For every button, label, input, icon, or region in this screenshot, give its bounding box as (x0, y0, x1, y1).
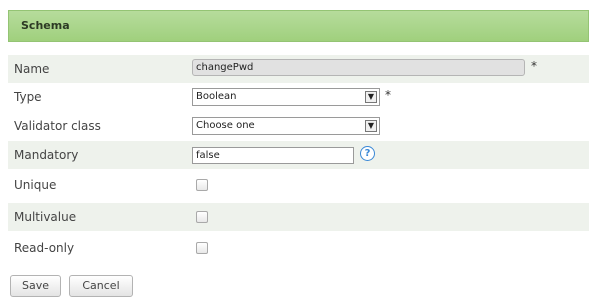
type-row: Type Boolean ▼ * (8, 83, 589, 111)
name-field[interactable]: changePwd (192, 59, 525, 76)
type-required-marker: * (385, 88, 391, 102)
validator-label: Validator class (14, 119, 101, 133)
panel-title: Schema (21, 19, 70, 32)
unique-checkbox[interactable] (196, 179, 208, 191)
type-select[interactable]: Boolean ▼ (192, 88, 380, 106)
name-required-marker: * (531, 59, 537, 73)
mandatory-label: Mandatory (14, 148, 79, 162)
help-icon[interactable]: ? (360, 146, 375, 161)
validator-row: Validator class Choose one ▼ (8, 112, 589, 140)
validator-select[interactable]: Choose one ▼ (192, 117, 380, 135)
schema-panel-header: Schema (8, 10, 589, 42)
name-label: Name (14, 62, 50, 76)
chevron-down-icon[interactable]: ▼ (365, 120, 377, 132)
multivalue-label: Multivalue (14, 210, 77, 224)
readonly-checkbox[interactable] (196, 242, 208, 254)
validator-selected-value: Choose one (196, 120, 255, 131)
type-selected-value: Boolean (196, 91, 237, 102)
type-label: Type (14, 90, 42, 104)
unique-row: Unique (8, 171, 589, 199)
name-row: Name changePwd * (8, 55, 589, 83)
mandatory-field[interactable]: false (192, 147, 354, 164)
readonly-row: Read-only (8, 234, 589, 262)
readonly-label: Read-only (14, 241, 75, 255)
mandatory-row: Mandatory false ? (8, 141, 589, 169)
multivalue-checkbox[interactable] (196, 211, 208, 223)
unique-label: Unique (14, 178, 57, 192)
cancel-button[interactable]: Cancel (69, 275, 133, 297)
chevron-down-icon[interactable]: ▼ (365, 91, 377, 103)
save-button[interactable]: Save (10, 275, 61, 297)
multivalue-row: Multivalue (8, 203, 589, 231)
